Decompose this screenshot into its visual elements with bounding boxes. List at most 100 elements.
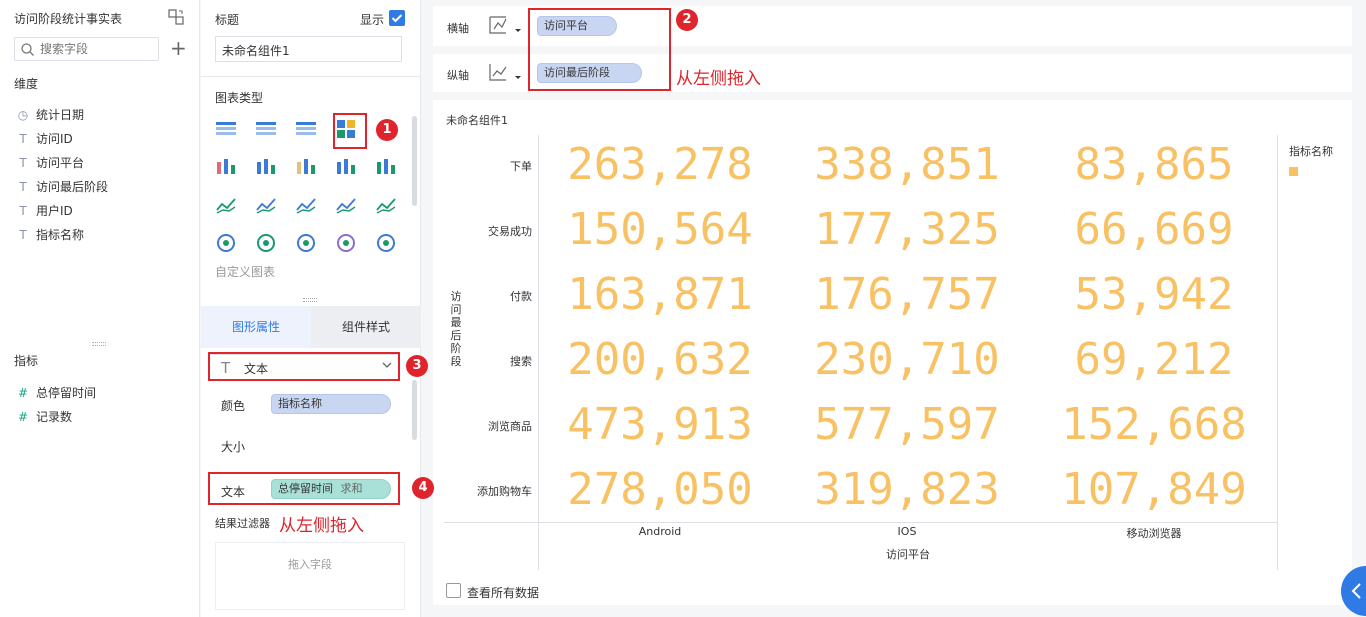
chart-type-icon [337, 159, 355, 174]
chart-type-icon [336, 198, 356, 214]
row-label: 交易成功 [488, 225, 532, 238]
clock-icon: ◷ [17, 107, 29, 122]
chart-type-option[interactable] [375, 194, 397, 216]
dimension-item[interactable]: T 指标名称 [16, 226, 84, 243]
column-label: 移动浏览器 [1126, 527, 1182, 540]
chart-type-icon [257, 234, 275, 252]
step-badge-4: 4 [412, 477, 434, 499]
column-label: IOS [897, 525, 917, 538]
chart-type-option[interactable] [295, 118, 317, 140]
search-input[interactable] [40, 42, 150, 56]
chart-type-icon [216, 122, 236, 135]
text-type-icon: T [19, 203, 27, 218]
filter-drop-zone[interactable]: 拖入字段 [215, 542, 405, 610]
chart-right-border [1277, 135, 1278, 570]
highlight-text-field [208, 472, 400, 505]
title-label: 标题 [215, 13, 240, 27]
hash-icon: # [17, 385, 29, 400]
chart-type-option[interactable] [295, 232, 317, 254]
chart-type-option[interactable] [295, 156, 317, 178]
y-axis-type-icon[interactable] [488, 62, 522, 84]
title-input[interactable]: 未命名组件1 [215, 36, 402, 62]
legend-swatch [1289, 167, 1298, 176]
chart-type-option[interactable] [335, 194, 357, 216]
dimension-label: 统计日期 [36, 108, 85, 122]
x-axis-title: 访问平台 [886, 548, 930, 561]
add-field-button[interactable]: + [170, 38, 187, 58]
dimension-item[interactable]: T 访问平台 [16, 154, 84, 171]
tab-component-style[interactable]: 组件样式 [311, 306, 421, 348]
data-cell: 263,278 [567, 139, 753, 190]
tab-graphic-properties[interactable]: 图形属性 [201, 306, 311, 348]
chevron-left-icon [1350, 582, 1364, 603]
dimension-label: 访问平台 [36, 156, 85, 170]
chart-type-label: 图表类型 [215, 91, 264, 105]
dimension-item[interactable]: T 用户ID [16, 202, 72, 219]
dimension-item[interactable]: ◷ 统计日期 [16, 106, 84, 123]
hash-icon: # [17, 409, 29, 424]
chart-type-option[interactable] [215, 156, 237, 178]
chart-type-icon [296, 122, 316, 135]
data-cell: 230,710 [814, 334, 1000, 385]
show-title-checkbox[interactable] [389, 10, 405, 26]
panel-resize-handle[interactable] [92, 342, 106, 346]
dimension-item[interactable]: T 访问最后阶段 [16, 178, 108, 195]
size-label: 大小 [221, 440, 246, 454]
chart-type-icon [376, 198, 396, 214]
x-axis-line [444, 522, 1278, 523]
chart-type-option[interactable] [215, 232, 237, 254]
chart-type-option[interactable] [295, 194, 317, 216]
measure-item[interactable]: # 总停留时间 [16, 384, 96, 401]
chart-type-option[interactable] [255, 156, 277, 178]
step-badge-2: 2 [676, 9, 698, 31]
dimension-item[interactable]: T 访问ID [16, 130, 73, 147]
chart-type-icon [256, 122, 276, 135]
switch-dataset-icon[interactable] [168, 9, 184, 25]
color-field-pill[interactable]: 指标名称 [271, 394, 391, 414]
dimension-label: 访问最后阶段 [36, 180, 109, 194]
step-badge-1: 1 [376, 119, 398, 141]
properties-scrollbar[interactable] [412, 380, 417, 440]
show-title-label: 显示 [360, 13, 385, 27]
chart-type-option[interactable] [335, 156, 357, 178]
chart-type-option[interactable] [215, 118, 237, 140]
chart-type-option[interactable] [375, 232, 397, 254]
data-cell: 200,632 [567, 334, 753, 385]
data-cell: 150,564 [567, 204, 753, 255]
measure-label: 总停留时间 [36, 386, 97, 400]
x-axis-type-icon[interactable] [488, 15, 522, 37]
data-cell: 577,597 [814, 399, 1000, 450]
custom-chart-link[interactable]: 自定义图表 [215, 263, 275, 280]
dimension-label: 指标名称 [36, 228, 85, 242]
chart-type-icon [377, 234, 395, 252]
chart-type-option[interactable] [255, 118, 277, 140]
dimension-label: 访问ID [36, 132, 73, 146]
panel-resize-handle[interactable] [303, 298, 317, 302]
chart-type-option[interactable] [215, 194, 237, 216]
result-filter-label: 结果过滤器 [215, 517, 270, 530]
data-cell: 473,913 [567, 399, 753, 450]
chart-type-icon [337, 234, 355, 252]
view-all-label: 查看所有数据 [467, 586, 540, 600]
measures-heading: 指标 [14, 354, 39, 368]
data-cell: 163,871 [567, 269, 753, 320]
chart-type-option[interactable] [375, 156, 397, 178]
data-cell: 66,669 [1074, 204, 1234, 255]
chart-type-option[interactable] [255, 232, 277, 254]
drag-hint: 拖入字段 [288, 558, 332, 571]
view-all-checkbox[interactable] [446, 583, 461, 598]
data-cell: 83,865 [1074, 139, 1234, 190]
step-badge-3: 3 [406, 355, 428, 377]
chart-type-scrollbar[interactable] [412, 116, 417, 206]
chart-type-icon [297, 159, 315, 174]
drag-hint-axes: 从左侧拖入 [676, 69, 761, 89]
measure-label: 记录数 [36, 410, 73, 424]
chart-type-option[interactable] [255, 194, 277, 216]
chart-type-icon [256, 198, 276, 214]
column-label: Android [638, 525, 682, 538]
data-cell: 107,849 [1061, 464, 1247, 515]
text-type-icon: T [19, 227, 27, 242]
measure-item[interactable]: # 记录数 [16, 408, 72, 425]
field-search[interactable] [14, 37, 159, 61]
chart-type-option[interactable] [335, 232, 357, 254]
